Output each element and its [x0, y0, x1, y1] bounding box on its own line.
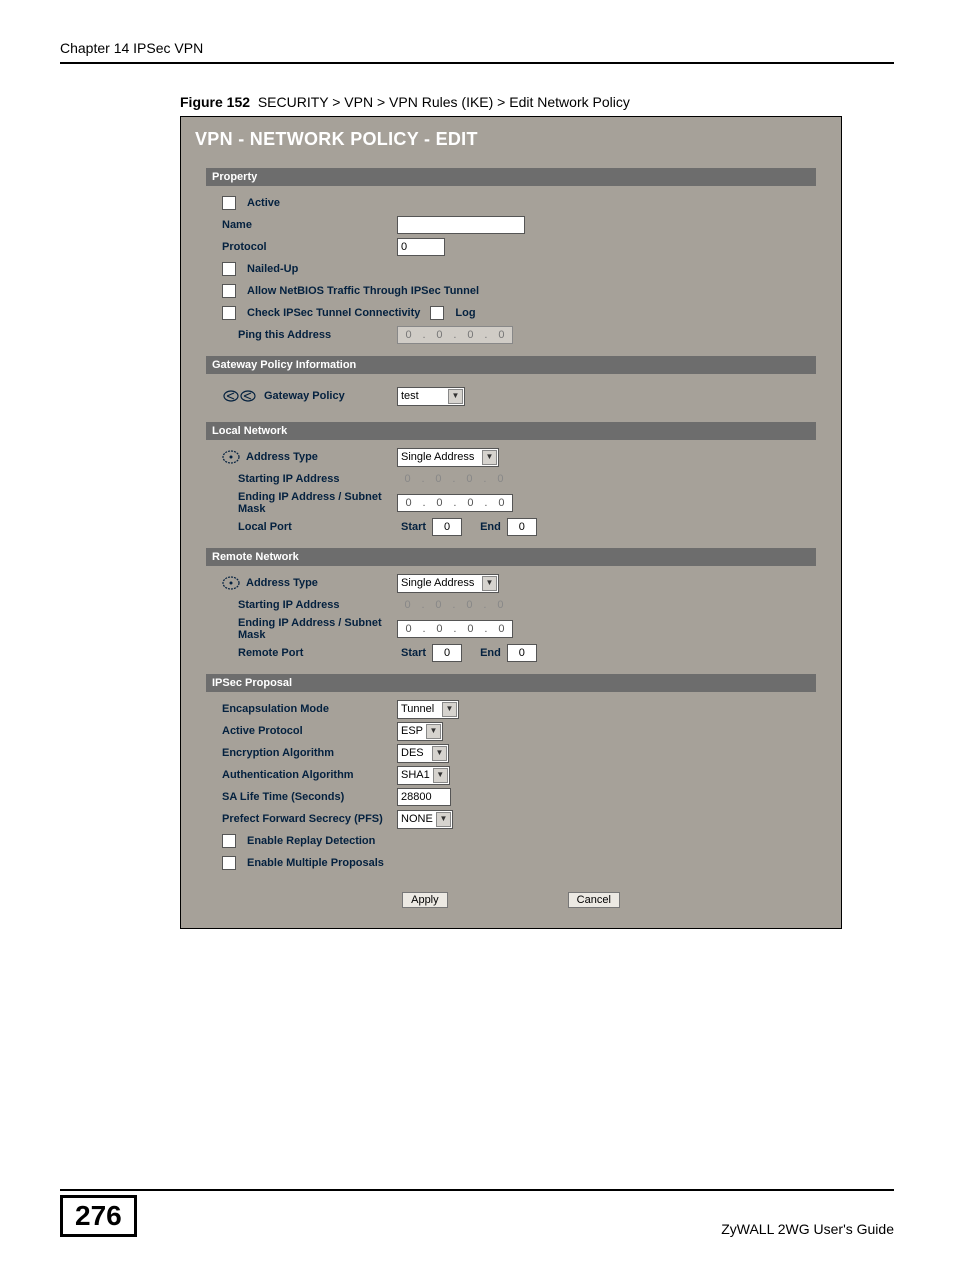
- local-port-end-label: End: [480, 521, 501, 533]
- section-remote: Remote Network: [206, 548, 816, 566]
- figure-caption: Figure 152 SECURITY > VPN > VPN Rules (I…: [180, 94, 894, 110]
- remote-port-label: Remote Port: [238, 647, 397, 659]
- log-label: Log: [455, 307, 475, 319]
- section-gateway: Gateway Policy Information: [206, 356, 816, 374]
- remote-addr-type-label: Address Type: [246, 577, 318, 589]
- protocol-label: Protocol: [222, 241, 397, 253]
- page-number: 276: [60, 1195, 137, 1237]
- protocol-input[interactable]: [397, 238, 445, 256]
- gateway-policy-label: Gateway Policy: [264, 390, 345, 402]
- replay-label: Enable Replay Detection: [247, 835, 375, 847]
- active-proto-select[interactable]: ESP ▼: [397, 722, 443, 741]
- remote-port-start-input[interactable]: [432, 644, 462, 662]
- active-label: Active: [247, 197, 280, 209]
- netbios-checkbox[interactable]: [222, 284, 236, 298]
- local-start-ip-value: 0. 0. 0. 0: [397, 473, 511, 485]
- check-conn-label: Check IPSec Tunnel Connectivity: [247, 307, 420, 319]
- name-input[interactable]: [397, 216, 525, 234]
- remote-addr-type-select[interactable]: Single Address ▼: [397, 574, 499, 593]
- remote-port-end-label: End: [480, 647, 501, 659]
- pfs-select[interactable]: NONE ▼: [397, 810, 453, 829]
- netbios-label: Allow NetBIOS Traffic Through IPSec Tunn…: [247, 285, 479, 297]
- multi-prop-label: Enable Multiple Proposals: [247, 857, 384, 869]
- auth-algo-label: Authentication Algorithm: [222, 769, 397, 781]
- chevron-down-icon: ▼: [436, 812, 451, 827]
- local-port-end-input[interactable]: [507, 518, 537, 536]
- local-end-ip-label: Ending IP Address / Subnet Mask: [238, 491, 397, 515]
- chevron-down-icon: ▼: [433, 768, 448, 783]
- chevron-down-icon: ▼: [482, 450, 497, 465]
- encap-select[interactable]: Tunnel ▼: [397, 700, 459, 719]
- local-addr-type-label: Address Type: [246, 451, 318, 463]
- section-local: Local Network: [206, 422, 816, 440]
- remote-end-ip-label: Ending IP Address / Subnet Mask: [238, 617, 397, 641]
- replay-checkbox[interactable]: [222, 834, 236, 848]
- vpn-policy-panel: VPN - NETWORK POLICY - EDIT Property Act…: [180, 116, 842, 929]
- local-port-start-input[interactable]: [432, 518, 462, 536]
- chevron-down-icon: ▼: [432, 746, 447, 761]
- remote-start-ip-label: Starting IP Address: [238, 599, 397, 611]
- check-conn-checkbox[interactable]: [222, 306, 236, 320]
- log-checkbox[interactable]: [430, 306, 444, 320]
- nailed-up-label: Nailed-Up: [247, 263, 298, 275]
- remote-net-icon: [222, 576, 240, 590]
- local-port-start-label: Start: [401, 521, 426, 533]
- local-start-ip-label: Starting IP Address: [238, 473, 397, 485]
- cancel-button[interactable]: Cancel: [568, 892, 620, 908]
- pfs-label: Prefect Forward Secrecy (PFS): [222, 813, 397, 825]
- apply-button[interactable]: Apply: [402, 892, 448, 908]
- name-label: Name: [222, 219, 397, 231]
- remote-port-end-input[interactable]: [507, 644, 537, 662]
- multi-prop-checkbox[interactable]: [222, 856, 236, 870]
- ping-addr-label: Ping this Address: [238, 329, 397, 341]
- remote-start-ip-value: 0. 0. 0. 0: [397, 599, 511, 611]
- sa-life-input[interactable]: [397, 788, 451, 806]
- section-ipsec: IPSec Proposal: [206, 674, 816, 692]
- enc-algo-label: Encryption Algorithm: [222, 747, 397, 759]
- chevron-down-icon: ▼: [426, 724, 441, 739]
- remote-port-start-label: Start: [401, 647, 426, 659]
- nailed-up-checkbox[interactable]: [222, 262, 236, 276]
- active-proto-label: Active Protocol: [222, 725, 397, 737]
- chevron-down-icon: ▼: [448, 389, 463, 404]
- gateway-icon: [222, 388, 258, 404]
- figure-label: Figure 152: [180, 94, 250, 110]
- active-checkbox[interactable]: [222, 196, 236, 210]
- page-header: Chapter 14 IPSec VPN: [60, 40, 894, 64]
- chevron-down-icon: ▼: [442, 702, 457, 717]
- panel-title: VPN - NETWORK POLICY - EDIT: [181, 117, 841, 158]
- local-end-ip-field[interactable]: 0. 0. 0. 0: [397, 494, 513, 512]
- encap-label: Encapsulation Mode: [222, 703, 397, 715]
- section-property: Property: [206, 168, 816, 186]
- local-net-icon: [222, 450, 240, 464]
- gateway-policy-select[interactable]: test ▼: [397, 387, 465, 406]
- auth-algo-select[interactable]: SHA1 ▼: [397, 766, 450, 785]
- chevron-down-icon: ▼: [482, 576, 497, 591]
- figure-breadcrumb: SECURITY > VPN > VPN Rules (IKE) > Edit …: [258, 94, 630, 110]
- sa-life-label: SA Life Time (Seconds): [222, 791, 397, 803]
- remote-end-ip-field[interactable]: 0. 0. 0. 0: [397, 620, 513, 638]
- local-addr-type-select[interactable]: Single Address ▼: [397, 448, 499, 467]
- ping-ip-field: 0. 0. 0. 0: [397, 326, 513, 344]
- local-port-label: Local Port: [238, 521, 397, 533]
- enc-algo-select[interactable]: DES ▼: [397, 744, 449, 763]
